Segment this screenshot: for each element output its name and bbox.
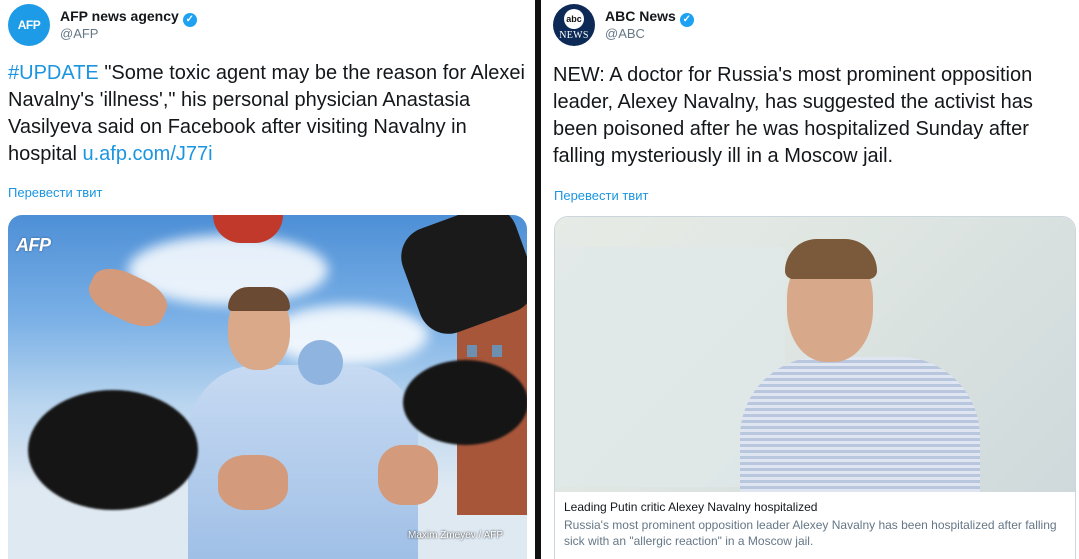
card-title: Leading Putin critic Alexey Navalny hosp…	[564, 500, 818, 514]
afp-watermark-logo: AFP	[16, 235, 51, 255]
translate-tweet-link[interactable]: Перевести твит	[8, 185, 102, 200]
hashtag-link[interactable]: #UPDATE	[8, 62, 99, 84]
tweet-text: #UPDATE "Some toxic agent may be the rea…	[8, 60, 528, 168]
window	[467, 345, 477, 357]
tweet-abc: abc NEWS ABC News ✓ @ABC NEW: A doctor fo…	[541, 0, 1079, 559]
microphone-icon	[403, 360, 527, 445]
tweet-text: NEW: A doctor for Russia's most prominen…	[553, 64, 1033, 167]
hand	[218, 455, 288, 510]
card-description: Russia's most prominent opposition leade…	[564, 518, 1057, 548]
card-photo	[555, 217, 1075, 492]
verified-badge-icon: ✓	[679, 13, 694, 27]
microphone-icon	[28, 390, 198, 510]
person-hair	[228, 287, 290, 311]
article-link[interactable]: u.afp.com/J77i	[83, 143, 213, 165]
person-shirt	[740, 357, 980, 492]
tweet-photo[interactable]: AFP Maxim Zmeyev / AFP	[8, 215, 527, 559]
avatar[interactable]: abc NEWS	[553, 4, 595, 46]
person-hair	[785, 239, 877, 279]
card-text: Leading Putin critic Alexey Navalny hosp…	[564, 499, 1064, 549]
link-card[interactable]: Leading Putin critic Alexey Navalny hosp…	[554, 216, 1076, 559]
verified-badge-icon: ✓	[182, 13, 197, 27]
hand	[378, 445, 438, 505]
author-name[interactable]: ABC News ✓	[605, 8, 694, 27]
author-handle[interactable]: @AFP	[60, 26, 98, 41]
translate-tweet-link[interactable]: Перевести твит	[554, 188, 648, 203]
microphone-icon	[298, 340, 343, 385]
photo-credit: Maxim Zmeyev / AFP	[407, 530, 503, 541]
window	[492, 345, 502, 357]
tweet-afp: AFP AFP news agency ✓ @AFP #UPDATE "Some …	[0, 0, 535, 559]
avatar-logo: AFP	[17, 18, 41, 32]
author-name[interactable]: AFP news agency ✓	[60, 8, 197, 27]
abc-logo-disc: abc	[564, 9, 584, 29]
author-handle[interactable]: @ABC	[605, 26, 645, 41]
author-name-text: ABC News	[605, 8, 676, 24]
cloud	[268, 305, 428, 365]
abc-logo-word: NEWS	[559, 30, 589, 41]
avatar[interactable]: AFP	[8, 4, 50, 46]
author-name-text: AFP news agency	[60, 8, 179, 24]
